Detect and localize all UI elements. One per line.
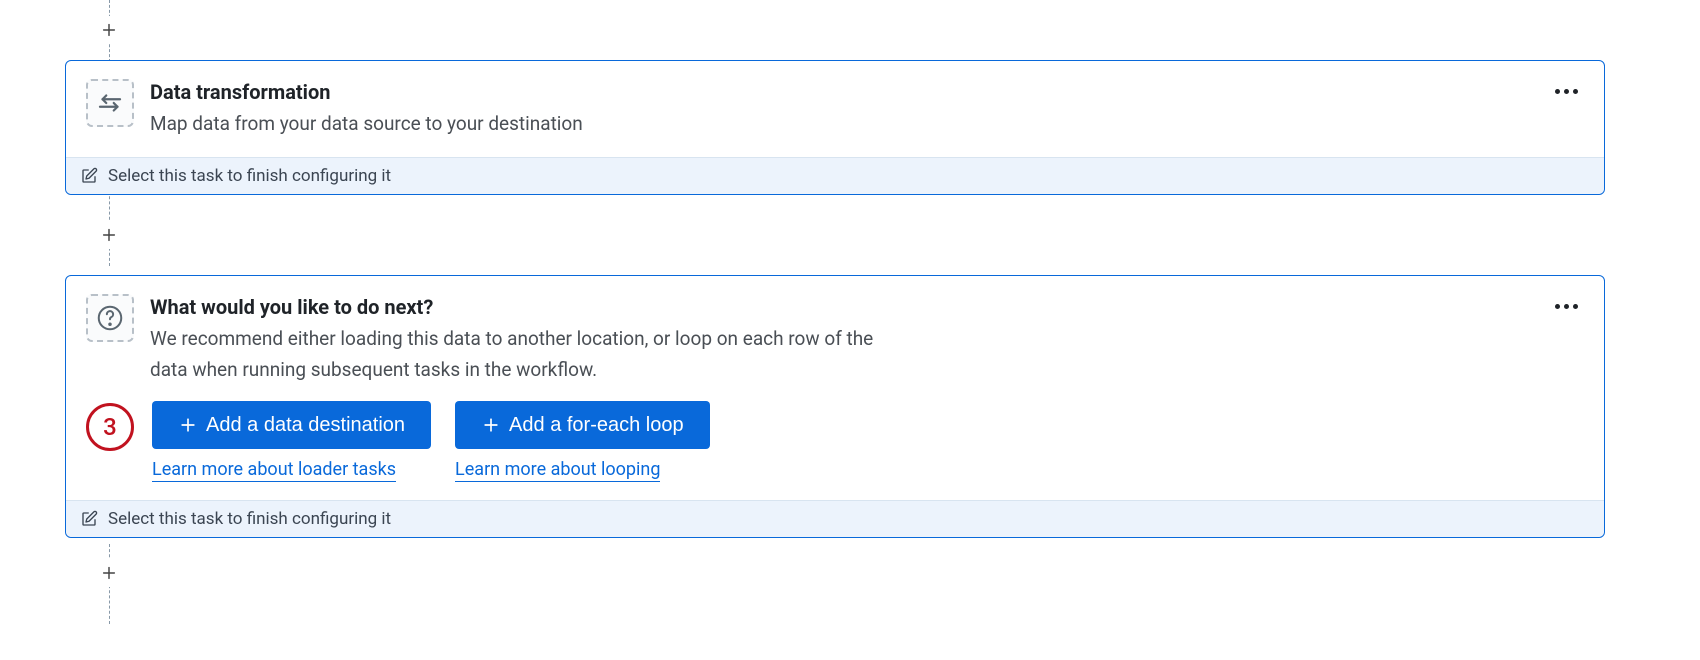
task-title: Data transformation: [150, 79, 1584, 105]
add-data-destination-button[interactable]: Add a data destination: [152, 401, 431, 449]
add-step-slot: [65, 0, 1605, 60]
plus-icon: [101, 20, 117, 40]
task-card-data-transformation[interactable]: Data transformation Map data from your d…: [65, 60, 1605, 195]
task-title: What would you like to do next?: [150, 294, 1584, 320]
task-description: We recommend either loading this data to…: [150, 324, 910, 385]
action-destination: Add a data destination Learn more about …: [152, 401, 431, 482]
task-config-hint[interactable]: Select this task to finish configuring i…: [66, 500, 1604, 537]
action-loop: Add a for-each loop Learn more about loo…: [455, 401, 710, 482]
task-config-hint-text: Select this task to finish configuring i…: [108, 166, 391, 186]
task-card-body: What would you like to do next? We recom…: [66, 276, 1604, 500]
plus-icon: [481, 415, 501, 435]
plus-icon: [101, 225, 117, 245]
step-number-badge: 3: [86, 403, 134, 451]
plus-icon: [101, 563, 117, 583]
button-label: Add a data destination: [206, 413, 405, 437]
add-step-slot: [65, 195, 1605, 275]
task-card-body: Data transformation Map data from your d…: [66, 61, 1604, 157]
learn-more-looping-link[interactable]: Learn more about looping: [455, 459, 660, 482]
add-foreach-loop-button[interactable]: Add a for-each loop: [455, 401, 710, 449]
learn-more-loader-link[interactable]: Learn more about loader tasks: [152, 459, 396, 482]
task-config-hint[interactable]: Select this task to finish configuring i…: [66, 157, 1604, 194]
ellipsis-icon: [1555, 89, 1578, 94]
task-card-text: Data transformation Map data from your d…: [150, 79, 1584, 139]
task-card-next-step[interactable]: What would you like to do next? We recom…: [65, 275, 1605, 538]
ellipsis-icon: [1555, 304, 1578, 309]
workflow-canvas: Data transformation Map data from your d…: [65, 0, 1605, 608]
plus-icon: [178, 415, 198, 435]
transform-icon: [86, 79, 134, 127]
task-description: Map data from your data source to your d…: [150, 109, 910, 139]
task-config-hint-text: Select this task to finish configuring i…: [108, 509, 391, 529]
task-more-button[interactable]: [1549, 300, 1584, 313]
edit-icon: [80, 510, 98, 528]
add-step-button[interactable]: [95, 221, 123, 249]
edit-icon: [80, 167, 98, 185]
add-step-button[interactable]: [95, 16, 123, 44]
task-more-button[interactable]: [1549, 85, 1584, 98]
question-icon: [86, 294, 134, 342]
button-label: Add a for-each loop: [509, 413, 684, 437]
task-card-text: What would you like to do next? We recom…: [150, 294, 1584, 482]
add-step-button[interactable]: [95, 559, 123, 587]
add-step-slot: [65, 538, 1605, 608]
action-row: 3 Add a data destination Learn more abou…: [86, 401, 1584, 482]
